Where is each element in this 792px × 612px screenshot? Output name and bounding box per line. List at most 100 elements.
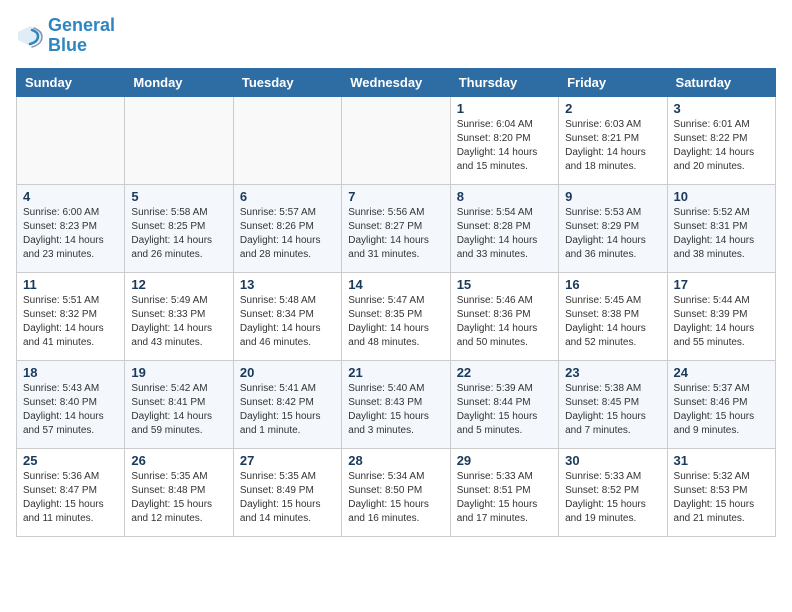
cell-info: Sunrise: 5:57 AM Sunset: 8:26 PM Dayligh…: [240, 206, 335, 262]
day-number: 14: [348, 277, 443, 292]
calendar-week-3: 11 Sunrise: 5:51 AM Sunset: 8:32 PM Dayli…: [17, 272, 776, 360]
calendar-cell: [125, 96, 233, 184]
cell-info: Sunrise: 5:34 AM Sunset: 8:50 PM Dayligh…: [348, 470, 443, 526]
calendar-cell: 11 Sunrise: 5:51 AM Sunset: 8:32 PM Dayli…: [17, 272, 125, 360]
calendar-cell: 29 Sunrise: 5:33 AM Sunset: 8:51 PM Dayli…: [450, 448, 558, 536]
weekday-header-sunday: Sunday: [17, 68, 125, 96]
calendar-header-row: SundayMondayTuesdayWednesdayThursdayFrid…: [17, 68, 776, 96]
day-number: 1: [457, 101, 552, 116]
weekday-header-wednesday: Wednesday: [342, 68, 450, 96]
cell-info: Sunrise: 5:33 AM Sunset: 8:52 PM Dayligh…: [565, 470, 660, 526]
day-number: 26: [131, 453, 226, 468]
logo-text: General Blue: [48, 16, 115, 56]
cell-info: Sunrise: 5:48 AM Sunset: 8:34 PM Dayligh…: [240, 294, 335, 350]
calendar-cell: 24Sunrise: 5:37 AM Sunset: 8:46 PM Dayli…: [667, 360, 775, 448]
cell-info: Sunrise: 5:32 AM Sunset: 8:53 PM Dayligh…: [674, 470, 769, 526]
day-number: 15: [457, 277, 552, 292]
calendar-cell: 21 Sunrise: 5:40 AM Sunset: 8:43 PM Dayli…: [342, 360, 450, 448]
day-number: 22: [457, 365, 552, 380]
cell-info: Sunrise: 5:44 AM Sunset: 8:39 PM Dayligh…: [674, 294, 769, 350]
day-number: 18: [23, 365, 118, 380]
calendar-cell: 22 Sunrise: 5:39 AM Sunset: 8:44 PM Dayli…: [450, 360, 558, 448]
calendar-cell: 28 Sunrise: 5:34 AM Sunset: 8:50 PM Dayli…: [342, 448, 450, 536]
cell-info: Sunrise: 5:33 AM Sunset: 8:51 PM Dayligh…: [457, 470, 552, 526]
day-number: 11: [23, 277, 118, 292]
day-number: 30: [565, 453, 660, 468]
calendar-cell: 5 Sunrise: 5:58 AM Sunset: 8:25 PM Daylig…: [125, 184, 233, 272]
day-number: 19: [131, 365, 226, 380]
cell-info: Sunrise: 5:38 AM Sunset: 8:45 PM Dayligh…: [565, 382, 660, 438]
calendar-week-2: 4 Sunrise: 6:00 AM Sunset: 8:23 PM Daylig…: [17, 184, 776, 272]
cell-info: Sunrise: 6:00 AM Sunset: 8:23 PM Dayligh…: [23, 206, 118, 262]
calendar-cell: 10 Sunrise: 5:52 AM Sunset: 8:31 PM Dayli…: [667, 184, 775, 272]
calendar-cell: 12 Sunrise: 5:49 AM Sunset: 8:33 PM Dayli…: [125, 272, 233, 360]
day-number: 29: [457, 453, 552, 468]
logo: General Blue: [16, 16, 115, 56]
day-number: 24: [674, 365, 769, 380]
calendar-cell: 18 Sunrise: 5:43 AM Sunset: 8:40 PM Dayli…: [17, 360, 125, 448]
calendar-week-1: 1 Sunrise: 6:04 AM Sunset: 8:20 PM Daylig…: [17, 96, 776, 184]
page-header: General Blue: [16, 16, 776, 56]
calendar-cell: 31 Sunrise: 5:32 AM Sunset: 8:53 PM Dayli…: [667, 448, 775, 536]
calendar-cell: 13 Sunrise: 5:48 AM Sunset: 8:34 PM Dayli…: [233, 272, 341, 360]
cell-info: Sunrise: 5:46 AM Sunset: 8:36 PM Dayligh…: [457, 294, 552, 350]
calendar-cell: 19 Sunrise: 5:42 AM Sunset: 8:41 PM Dayli…: [125, 360, 233, 448]
calendar-cell: 1 Sunrise: 6:04 AM Sunset: 8:20 PM Daylig…: [450, 96, 558, 184]
day-number: 23: [565, 365, 660, 380]
day-number: 10: [674, 189, 769, 204]
weekday-header-thursday: Thursday: [450, 68, 558, 96]
calendar-body: 1 Sunrise: 6:04 AM Sunset: 8:20 PM Daylig…: [17, 96, 776, 536]
cell-info: Sunrise: 5:52 AM Sunset: 8:31 PM Dayligh…: [674, 206, 769, 262]
calendar-cell: 3Sunrise: 6:01 AM Sunset: 8:22 PM Daylig…: [667, 96, 775, 184]
weekday-header-monday: Monday: [125, 68, 233, 96]
day-number: 6: [240, 189, 335, 204]
day-number: 13: [240, 277, 335, 292]
day-number: 21: [348, 365, 443, 380]
cell-info: Sunrise: 5:40 AM Sunset: 8:43 PM Dayligh…: [348, 382, 443, 438]
calendar-cell: [17, 96, 125, 184]
calendar-cell: 8Sunrise: 5:54 AM Sunset: 8:28 PM Daylig…: [450, 184, 558, 272]
cell-info: Sunrise: 5:49 AM Sunset: 8:33 PM Dayligh…: [131, 294, 226, 350]
calendar-cell: 14Sunrise: 5:47 AM Sunset: 8:35 PM Dayli…: [342, 272, 450, 360]
calendar-cell: [233, 96, 341, 184]
calendar-cell: 26 Sunrise: 5:35 AM Sunset: 8:48 PM Dayli…: [125, 448, 233, 536]
calendar-cell: 9Sunrise: 5:53 AM Sunset: 8:29 PM Daylig…: [559, 184, 667, 272]
calendar-cell: 7 Sunrise: 5:56 AM Sunset: 8:27 PM Daylig…: [342, 184, 450, 272]
day-number: 8: [457, 189, 552, 204]
calendar-cell: 27 Sunrise: 5:35 AM Sunset: 8:49 PM Dayli…: [233, 448, 341, 536]
day-number: 16: [565, 277, 660, 292]
weekday-header-tuesday: Tuesday: [233, 68, 341, 96]
cell-info: Sunrise: 5:43 AM Sunset: 8:40 PM Dayligh…: [23, 382, 118, 438]
cell-info: Sunrise: 5:41 AM Sunset: 8:42 PM Dayligh…: [240, 382, 335, 438]
cell-info: Sunrise: 6:01 AM Sunset: 8:22 PM Dayligh…: [674, 118, 769, 174]
calendar-cell: 4 Sunrise: 6:00 AM Sunset: 8:23 PM Daylig…: [17, 184, 125, 272]
cell-info: Sunrise: 5:56 AM Sunset: 8:27 PM Dayligh…: [348, 206, 443, 262]
calendar-cell: 20Sunrise: 5:41 AM Sunset: 8:42 PM Dayli…: [233, 360, 341, 448]
day-number: 2: [565, 101, 660, 116]
calendar-cell: 17 Sunrise: 5:44 AM Sunset: 8:39 PM Dayli…: [667, 272, 775, 360]
cell-info: Sunrise: 5:51 AM Sunset: 8:32 PM Dayligh…: [23, 294, 118, 350]
day-number: 31: [674, 453, 769, 468]
day-number: 17: [674, 277, 769, 292]
cell-info: Sunrise: 5:42 AM Sunset: 8:41 PM Dayligh…: [131, 382, 226, 438]
calendar-table: SundayMondayTuesdayWednesdayThursdayFrid…: [16, 68, 776, 537]
day-number: 7: [348, 189, 443, 204]
cell-info: Sunrise: 5:35 AM Sunset: 8:48 PM Dayligh…: [131, 470, 226, 526]
weekday-header-friday: Friday: [559, 68, 667, 96]
day-number: 12: [131, 277, 226, 292]
calendar-cell: 6 Sunrise: 5:57 AM Sunset: 8:26 PM Daylig…: [233, 184, 341, 272]
calendar-cell: 2Sunrise: 6:03 AM Sunset: 8:21 PM Daylig…: [559, 96, 667, 184]
day-number: 5: [131, 189, 226, 204]
cell-info: Sunrise: 5:45 AM Sunset: 8:38 PM Dayligh…: [565, 294, 660, 350]
day-number: 27: [240, 453, 335, 468]
calendar-cell: 30 Sunrise: 5:33 AM Sunset: 8:52 PM Dayli…: [559, 448, 667, 536]
calendar-week-5: 25Sunrise: 5:36 AM Sunset: 8:47 PM Dayli…: [17, 448, 776, 536]
cell-info: Sunrise: 5:58 AM Sunset: 8:25 PM Dayligh…: [131, 206, 226, 262]
cell-info: Sunrise: 5:35 AM Sunset: 8:49 PM Dayligh…: [240, 470, 335, 526]
calendar-cell: 15 Sunrise: 5:46 AM Sunset: 8:36 PM Dayli…: [450, 272, 558, 360]
day-number: 28: [348, 453, 443, 468]
day-number: 4: [23, 189, 118, 204]
cell-info: Sunrise: 5:39 AM Sunset: 8:44 PM Dayligh…: [457, 382, 552, 438]
calendar-cell: 16 Sunrise: 5:45 AM Sunset: 8:38 PM Dayli…: [559, 272, 667, 360]
cell-info: Sunrise: 6:04 AM Sunset: 8:20 PM Dayligh…: [457, 118, 552, 174]
